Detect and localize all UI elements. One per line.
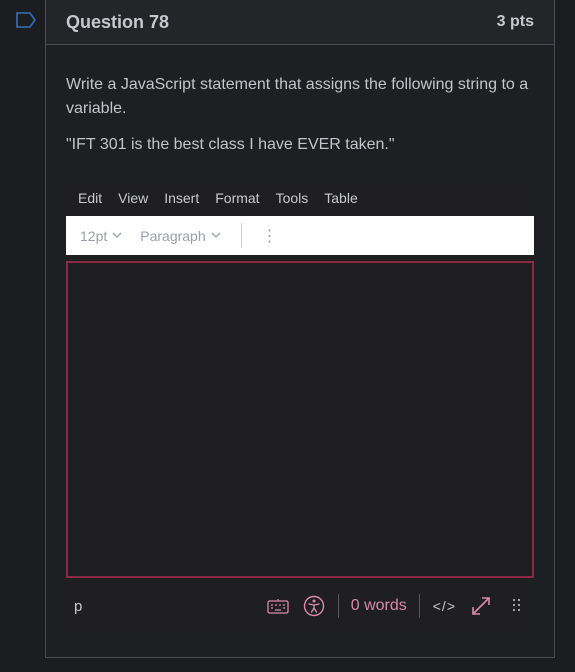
block-format-value: Paragraph (140, 227, 206, 244)
fullscreen-icon[interactable] (470, 595, 492, 617)
question-header: Question 78 3 pts (46, 0, 554, 45)
word-count[interactable]: 0 words (351, 597, 407, 615)
statusbar-divider (337, 594, 339, 618)
question-points: 3 pts (496, 13, 534, 30)
flag-icon[interactable] (15, 11, 37, 29)
accessibility-icon[interactable] (303, 595, 325, 617)
chevron-down-icon (211, 232, 221, 238)
element-path[interactable]: p (74, 598, 82, 615)
toolbar-divider (240, 223, 242, 248)
menu-table[interactable]: Table (324, 190, 357, 206)
menu-edit[interactable]: Edit (78, 190, 102, 206)
font-size-value: 12pt (80, 227, 108, 244)
question-card: Question 78 3 pts Write a JavaScript sta… (45, 0, 555, 658)
html-editor-toggle[interactable]: </> (433, 598, 456, 614)
editor-content-area[interactable] (66, 261, 534, 578)
menu-format[interactable]: Format (215, 190, 259, 206)
menu-view[interactable]: View (118, 190, 148, 206)
editor-menubar: Edit View Insert Format Tools Table (66, 180, 534, 216)
question-prompt: Write a JavaScript statement that assign… (66, 76, 529, 117)
more-options-button[interactable]: ⋮ (258, 226, 282, 246)
resize-handle-icon[interactable] (506, 595, 528, 617)
menu-insert[interactable]: Insert (164, 190, 199, 206)
editor-statusbar: p 0 words </> (66, 578, 534, 634)
rich-text-editor: Edit View Insert Format Tools Table 12pt (66, 180, 534, 634)
chevron-down-icon (112, 232, 122, 238)
font-size-select[interactable]: 12pt (80, 228, 122, 244)
page: Question 78 3 pts Write a JavaScript sta… (0, 0, 575, 672)
statusbar-divider (418, 594, 420, 618)
editor-toolbar: 12pt Paragraph ⋮ (66, 216, 534, 255)
block-format-select[interactable]: Paragraph (140, 227, 221, 244)
question-quote: "IFT 301 is the best class I have EVER t… (66, 136, 395, 153)
question-body: Write a JavaScript statement that assign… (46, 45, 554, 634)
question-title: Question 78 (66, 11, 170, 32)
menu-tools[interactable]: Tools (276, 190, 309, 206)
keyboard-icon[interactable] (267, 595, 289, 617)
